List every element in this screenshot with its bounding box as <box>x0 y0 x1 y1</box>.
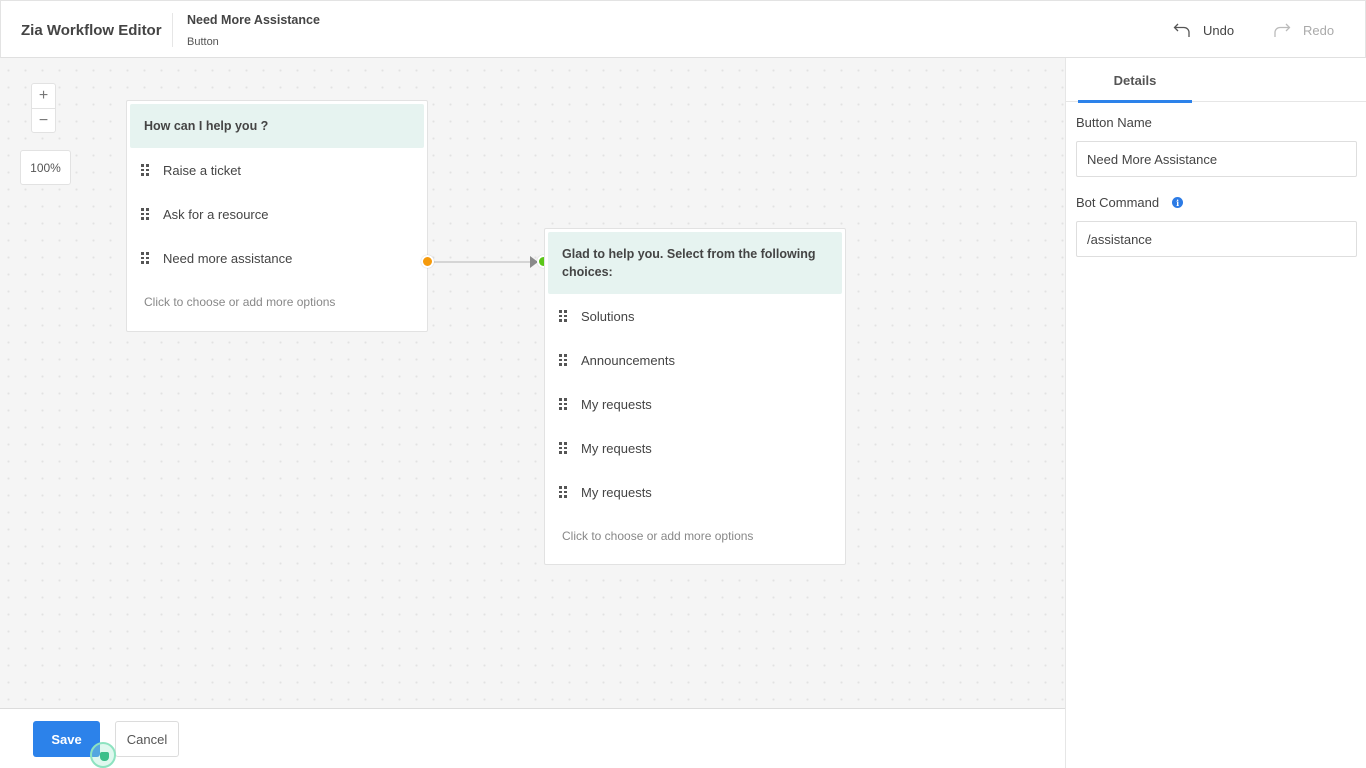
tab-details[interactable]: Details <box>1078 58 1192 103</box>
output-port[interactable] <box>421 255 434 268</box>
redo-button[interactable]: Redo <box>1273 19 1334 41</box>
option-item[interactable]: Announcements <box>545 338 845 382</box>
option-item[interactable]: Need more assistance <box>127 236 427 280</box>
option-item[interactable]: Ask for a resource <box>127 192 427 236</box>
bot-command-label: Bot Command i <box>1076 195 1184 210</box>
drag-handle-icon[interactable] <box>559 442 567 454</box>
option-label: Need more assistance <box>163 250 293 266</box>
footer-bar: Save Cancel <box>0 708 1065 768</box>
drag-handle-icon[interactable] <box>559 398 567 410</box>
bot-command-input[interactable] <box>1076 221 1357 257</box>
option-label: Solutions <box>581 308 635 324</box>
bot-command-label-text: Bot Command <box>1076 195 1160 210</box>
drag-handle-icon[interactable] <box>141 164 149 176</box>
drag-handle-icon[interactable] <box>559 354 567 366</box>
details-panel: Details Button Name Bot Command i <box>1065 58 1366 768</box>
option-label: My requests <box>581 484 652 500</box>
message-card-2[interactable]: Glad to help you. Select from the follow… <box>544 228 846 565</box>
option-item[interactable]: My requests <box>545 426 845 470</box>
message-card-1[interactable]: How can I help you ? Raise a ticket Ask … <box>126 100 428 332</box>
option-label: Raise a ticket <box>163 162 242 178</box>
header-bar: Zia Workflow Editor Need More Assistance… <box>0 0 1366 58</box>
undo-button[interactable]: Undo <box>1173 19 1234 41</box>
drag-handle-icon[interactable] <box>559 486 567 498</box>
info-icon[interactable]: i <box>1172 197 1184 208</box>
redo-label: Redo <box>1303 22 1335 38</box>
drag-handle-icon[interactable] <box>559 310 567 322</box>
card-heading[interactable]: Glad to help you. Select from the follow… <box>548 232 842 294</box>
app-title: Zia Workflow Editor <box>21 22 162 39</box>
card-heading[interactable]: How can I help you ? <box>130 104 424 148</box>
drag-handle-icon[interactable] <box>141 208 149 220</box>
panel-tabs: Details <box>1066 58 1366 103</box>
option-item[interactable]: My requests <box>545 382 845 426</box>
button-name-label: Button Name <box>1076 115 1152 130</box>
option-label: My requests <box>581 396 652 412</box>
node-type: Button <box>187 36 219 48</box>
option-label: My requests <box>581 440 652 456</box>
button-name-input[interactable] <box>1076 141 1357 177</box>
undo-label: Undo <box>1203 22 1235 38</box>
drag-handle-icon[interactable] <box>141 252 149 264</box>
option-item[interactable]: My requests <box>545 470 845 514</box>
undo-icon <box>1173 23 1190 37</box>
button-name-label-text: Button Name <box>1076 115 1152 130</box>
option-label: Announcements <box>581 352 675 368</box>
option-label: Ask for a resource <box>163 206 269 222</box>
option-item[interactable]: Solutions <box>545 294 845 338</box>
pointer-cursor-icon <box>90 742 116 768</box>
add-option-link[interactable]: Click to choose or add more options <box>127 280 427 324</box>
cancel-button[interactable]: Cancel <box>115 721 179 757</box>
title-divider <box>172 13 173 47</box>
workflow-canvas[interactable]: + − 100% How can I help you ? Raise a ti… <box>0 58 1065 708</box>
redo-icon <box>1274 23 1291 37</box>
option-item[interactable]: Raise a ticket <box>127 148 427 192</box>
node-title: Need More Assistance <box>187 13 320 27</box>
add-option-link[interactable]: Click to choose or add more options <box>545 514 845 558</box>
